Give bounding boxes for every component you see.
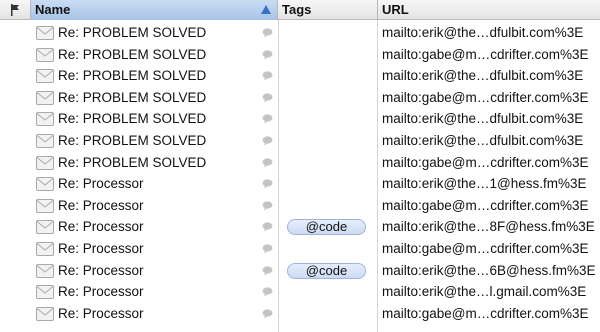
table-row[interactable]: Re: PROBLEM SOLVED mailto:erik@the…dfulb… bbox=[0, 22, 600, 44]
message-subject: Re: Processor bbox=[58, 197, 144, 213]
message-subject: Re: Processor bbox=[58, 262, 144, 278]
table-row[interactable]: Re: PROBLEM SOLVED mailto:erik@the…dfulb… bbox=[0, 65, 600, 87]
message-subject: Re: PROBLEM SOLVED bbox=[58, 46, 207, 62]
speech-bubble-icon[interactable] bbox=[262, 201, 273, 211]
envelope-icon bbox=[36, 285, 54, 300]
tag-pill[interactable]: @code bbox=[287, 219, 366, 236]
message-url[interactable]: mailto:erik@the…l.gmail.com%3E bbox=[382, 284, 596, 299]
column-header-tags[interactable]: Tags bbox=[278, 0, 378, 20]
table-row[interactable]: Re: PROBLEM SOLVED mailto:gabe@m…cdrifte… bbox=[0, 152, 600, 174]
message-url[interactable]: mailto:erik@the…dfulbit.com%3E bbox=[382, 111, 596, 126]
envelope-icon bbox=[36, 26, 54, 40]
message-subject: Re: Processor bbox=[58, 284, 144, 300]
table-row[interactable]: Re: PROBLEM SOLVED mailto:erik@the…dfulb… bbox=[0, 130, 600, 152]
table-row[interactable]: Re: Processor mailto:erik@the…1@hess.fm%… bbox=[0, 173, 600, 195]
message-subject: Re: Processor bbox=[58, 305, 144, 321]
table-row[interactable]: Re: Processor mailto:gabe@m…cdrifter.com… bbox=[0, 238, 600, 260]
envelope-icon bbox=[36, 242, 54, 256]
table-row[interactable]: Re: PROBLEM SOLVED mailto:gabe@m…cdrifte… bbox=[0, 44, 600, 66]
message-subject: Re: PROBLEM SOLVED bbox=[58, 89, 207, 105]
table-row[interactable]: Re: Processor mailto:erik@the…6B@hess.fm… bbox=[0, 260, 600, 282]
message-subject: Re: PROBLEM SOLVED bbox=[58, 25, 207, 40]
speech-bubble-icon[interactable] bbox=[262, 244, 273, 254]
table-row[interactable]: Re: PROBLEM SOLVED mailto:gabe@m…cdrifte… bbox=[0, 87, 600, 109]
speech-bubble-icon[interactable] bbox=[262, 222, 273, 232]
message-url[interactable]: mailto:gabe@m…cdrifter.com%3E bbox=[382, 198, 596, 213]
speech-bubble-icon[interactable] bbox=[262, 49, 273, 60]
message-table: Name Tags URL Re: Parser Substitution Is… bbox=[0, 0, 600, 332]
message-subject: Re: PROBLEM SOLVED bbox=[58, 68, 207, 84]
message-subject: Re: PROBLEM SOLVED bbox=[58, 154, 207, 170]
message-url[interactable]: mailto:erik@the…1@hess.fm%3E bbox=[382, 176, 596, 191]
envelope-icon bbox=[36, 90, 54, 105]
table-row[interactable]: Re: Processor mailto:gabe@m…cdrifter.com… bbox=[0, 195, 600, 217]
table-header: Name Tags URL bbox=[0, 0, 600, 20]
envelope-icon bbox=[36, 112, 54, 127]
speech-bubble-icon[interactable] bbox=[262, 28, 273, 38]
message-url[interactable]: mailto:erik@the…dfulbit.com%3E bbox=[382, 25, 596, 40]
message-url[interactable]: mailto:gabe@m…cdrifter.com%3E bbox=[382, 306, 596, 321]
table-body: Re: Parser Substitution Issue mailto:eri… bbox=[0, 20, 600, 332]
message-url[interactable]: mailto:gabe@m…cdrifter.com%3E bbox=[382, 90, 596, 105]
speech-bubble-icon[interactable] bbox=[262, 136, 273, 146]
table-row[interactable]: Re: Processor mailto:erik@the…8F@hess.fm… bbox=[0, 216, 600, 238]
message-url[interactable]: mailto:erik@the…dfulbit.com%3E bbox=[382, 68, 596, 83]
speech-bubble-icon[interactable] bbox=[262, 265, 273, 276]
message-subject: Re: Processor bbox=[58, 241, 144, 256]
message-url[interactable]: mailto:gabe@m…cdrifter.com%3E bbox=[382, 47, 596, 62]
envelope-icon bbox=[36, 134, 54, 148]
tag-pill[interactable]: @code bbox=[287, 262, 366, 279]
message-url[interactable]: mailto:gabe@m…cdrifter.com%3E bbox=[382, 155, 596, 170]
column-header-flag[interactable] bbox=[0, 0, 31, 20]
column-header-url[interactable]: URL bbox=[378, 0, 600, 20]
envelope-icon bbox=[36, 69, 54, 84]
speech-bubble-icon[interactable] bbox=[262, 179, 273, 189]
speech-bubble-icon[interactable] bbox=[262, 309, 273, 319]
message-url[interactable]: mailto:gabe@m…cdrifter.com%3E bbox=[382, 241, 596, 256]
speech-bubble-icon[interactable] bbox=[262, 157, 273, 168]
speech-bubble-icon[interactable] bbox=[262, 93, 273, 103]
table-row[interactable]: Re: PROBLEM SOLVED mailto:erik@the…dfulb… bbox=[0, 108, 600, 130]
envelope-icon bbox=[36, 220, 54, 235]
table-row[interactable]: Re: Processor mailto:erik@the…l.gmail.co… bbox=[0, 281, 600, 303]
speech-bubble-icon[interactable] bbox=[262, 114, 273, 124]
envelope-icon bbox=[36, 177, 54, 192]
envelope-icon bbox=[36, 47, 54, 62]
column-header-name[interactable]: Name bbox=[31, 0, 278, 20]
column-header-name-label: Name bbox=[35, 2, 71, 17]
envelope-icon bbox=[36, 306, 54, 321]
flag-icon bbox=[11, 4, 19, 16]
message-subject: Re: PROBLEM SOLVED bbox=[58, 133, 207, 148]
message-subject: Re: Processor bbox=[58, 219, 144, 235]
message-url[interactable]: mailto:erik@the…8F@hess.fm%3E bbox=[382, 219, 596, 234]
column-header-tags-label: Tags bbox=[282, 2, 312, 17]
sort-ascending-arrow-icon bbox=[261, 5, 271, 14]
message-subject: Re: PROBLEM SOLVED bbox=[58, 111, 207, 127]
speech-bubble-icon[interactable] bbox=[262, 71, 273, 81]
envelope-icon bbox=[36, 263, 54, 278]
envelope-icon bbox=[36, 198, 54, 213]
message-subject: Re: Processor bbox=[58, 176, 144, 192]
table-row[interactable]: Re: Processor mailto:gabe@m…cdrifter.com… bbox=[0, 303, 600, 325]
message-url[interactable]: mailto:erik@the…dfulbit.com%3E bbox=[382, 133, 596, 148]
speech-bubble-icon[interactable] bbox=[262, 287, 273, 297]
envelope-icon bbox=[36, 155, 54, 170]
column-header-url-label: URL bbox=[382, 2, 409, 17]
message-url[interactable]: mailto:erik@the…6B@hess.fm%3E bbox=[382, 263, 596, 278]
